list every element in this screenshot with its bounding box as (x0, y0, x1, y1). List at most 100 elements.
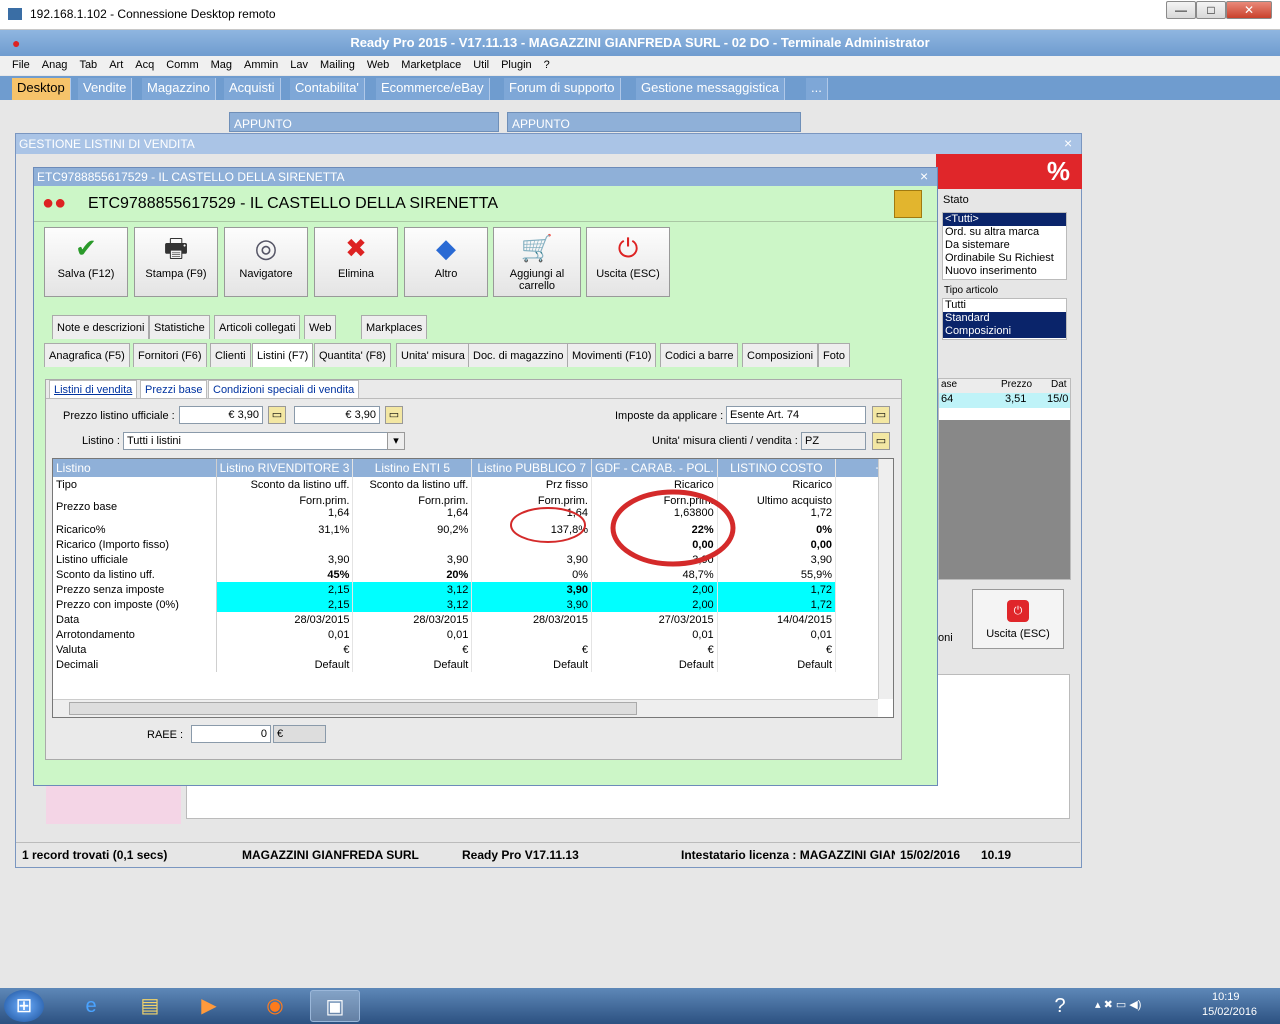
cell[interactable]: 2,00 (591, 582, 718, 597)
cell[interactable]: 2,00 (591, 597, 718, 612)
folder-icon[interactable]: ▭ (872, 432, 890, 450)
unita-field[interactable]: PZ (801, 432, 866, 450)
column-header[interactable]: Listino ENTI 5 (352, 459, 473, 477)
help-icon[interactable]: ? (1040, 990, 1080, 1022)
media-player-icon[interactable]: ▶ (184, 990, 234, 1022)
start-button[interactable]: ⊞ (4, 990, 44, 1022)
minimize-button[interactable]: — (1166, 1, 1196, 19)
subtab-1[interactable]: Prezzi base (140, 380, 208, 398)
menu-item-util[interactable]: Util (473, 59, 489, 71)
cell[interactable]: 2,15 (216, 597, 354, 612)
tab-anagrafica-f-[interactable]: Anagrafica (F5) (44, 343, 130, 367)
tab-7[interactable]: Gestione messaggistica (636, 78, 786, 100)
menu-item-file[interactable]: File (12, 59, 30, 71)
stato-item[interactable]: Ordinabile Su Richiest (943, 252, 1066, 265)
cell[interactable]: 28/03/2015 (216, 612, 354, 627)
firefox-icon[interactable]: ◉ (250, 990, 300, 1022)
table-row[interactable]: Sconto da listino uff. 45% 20% 0% 48,7% 55,9% (53, 567, 893, 582)
tab-listini-f-[interactable]: Listini (F7) (252, 343, 314, 367)
toolbar-button-5[interactable]: 🛒 Aggiungi al carrello (493, 227, 581, 297)
cell[interactable]: 0,01 (717, 627, 837, 642)
column-header[interactable]: GDF - CARAB. - POL. (591, 459, 718, 477)
cell[interactable]: € (471, 642, 592, 657)
tab-clienti[interactable]: Clienti (210, 343, 251, 367)
prezzo-field-2[interactable]: € 3,90 (294, 406, 380, 424)
cell[interactable]: 3,90 (216, 552, 354, 567)
tab-composizioni[interactable]: Composizioni (742, 343, 819, 367)
cell[interactable]: 48,7% (591, 567, 718, 582)
menu-item-web[interactable]: Web (367, 59, 389, 71)
folder-icon[interactable]: ▭ (385, 406, 403, 424)
tab-codici-a-barre[interactable]: Codici a barre (660, 343, 739, 367)
tab-4[interactable]: Contabilita' (290, 78, 365, 100)
menu-item-mailing[interactable]: Mailing (320, 59, 355, 71)
menu-item-[interactable]: ? (544, 59, 550, 71)
column-header[interactable]: LISTINO COSTO (717, 459, 837, 477)
dialog-close-button[interactable]: × (920, 168, 928, 184)
cell[interactable]: € (591, 642, 718, 657)
cell[interactable]: 3,90 (471, 582, 592, 597)
subtab-2[interactable]: Condizioni speciali di vendita (208, 380, 360, 398)
tab-note-e-descrizioni[interactable]: Note e descrizioni (52, 315, 150, 339)
menu-item-comm[interactable]: Comm (166, 59, 198, 71)
menu-item-ammin[interactable]: Ammin (244, 59, 278, 71)
table-row[interactable]: Arrotondamento 0,01 0,01 0,01 0,01 (53, 627, 893, 642)
cell[interactable]: 28/03/2015 (471, 612, 592, 627)
cell[interactable]: 3,12 (352, 582, 473, 597)
raee-field[interactable]: 0 (191, 725, 271, 743)
menu-item-anag[interactable]: Anag (42, 59, 68, 71)
listino-select[interactable]: Tutti i listini (123, 432, 403, 450)
toolbar-button-0[interactable]: ✔ Salva (F12) (44, 227, 128, 297)
tab-5[interactable]: Ecommerce/eBay (376, 78, 490, 100)
toolbar-button-1[interactable]: 🖶 Stampa (F9) (134, 227, 218, 297)
cell[interactable]: Sconto da listino uff. (216, 477, 354, 492)
table-row[interactable]: Ricarico (Importo fisso) 0,00 0,00 (53, 537, 893, 552)
cell[interactable]: 0,01 (216, 627, 354, 642)
column-header[interactable]: Listino PUBBLICO 7 (471, 459, 592, 477)
cell[interactable]: 0,01 (352, 627, 473, 642)
folder-icon[interactable]: ▭ (268, 406, 286, 424)
table-row[interactable]: Prezzo senza imposte 2,15 3,12 3,90 2,00 1,72 (53, 582, 893, 597)
tab-3[interactable]: Acquisti (224, 78, 281, 100)
toolbar-button-4[interactable]: ◆ Altro (404, 227, 488, 297)
cell[interactable]: € (216, 642, 354, 657)
tab-6[interactable]: Forum di supporto (504, 78, 621, 100)
cell[interactable]: 3,12 (352, 597, 473, 612)
cell[interactable]: 1,72 (717, 597, 837, 612)
cell[interactable]: Forn.prim. 1,64 (352, 492, 473, 522)
cell[interactable]: 27/03/2015 (591, 612, 718, 627)
horizontal-scrollbar[interactable] (53, 699, 878, 717)
cell[interactable]: 31,1% (216, 522, 354, 537)
prezzo-field[interactable]: € 3,90 (179, 406, 263, 424)
tab-8[interactable]: ... (806, 78, 828, 100)
tab-0[interactable]: Desktop (12, 78, 71, 100)
cell[interactable]: Default (216, 657, 354, 672)
gestione-close-button[interactable]: × (1064, 135, 1072, 151)
table-row[interactable]: Prezzo con imposte (0%) 2,15 3,12 3,90 2,00 1… (53, 597, 893, 612)
cell[interactable]: 0% (471, 567, 592, 582)
stato-item[interactable]: Da sistemare (943, 239, 1066, 252)
menu-item-acq[interactable]: Acq (135, 59, 154, 71)
table-row[interactable]: Data 28/03/2015 28/03/2015 28/03/2015 27/03/… (53, 612, 893, 627)
menu-item-lav[interactable]: Lav (290, 59, 308, 71)
close-button[interactable]: ✕ (1226, 1, 1272, 19)
tab-movimenti-f-[interactable]: Movimenti (F10) (567, 343, 657, 367)
listini-grid[interactable]: Listino Listino RIVENDITORE 3 Listino ENTI… (52, 458, 894, 718)
cell[interactable]: 90,2% (352, 522, 473, 537)
toolbar-button-3[interactable]: ✖ Elimina (314, 227, 398, 297)
cell[interactable]: 20% (352, 567, 473, 582)
cell[interactable]: Forn.prim. 1,64 (216, 492, 354, 522)
chevron-down-icon[interactable]: ▾ (387, 432, 405, 450)
tab-articoli-collegati[interactable]: Articoli collegati (214, 315, 301, 339)
menu-item-plugin[interactable]: Plugin (501, 59, 532, 71)
tipo-item[interactable]: Composizioni (943, 325, 1066, 338)
tab-fornitori-f-[interactable]: Fornitori (F6) (133, 343, 207, 367)
menu-item-marketplace[interactable]: Marketplace (401, 59, 461, 71)
cell[interactable]: 55,9% (717, 567, 837, 582)
tab-doc-di-magazzino[interactable]: Doc. di magazzino (468, 343, 569, 367)
table-row[interactable]: Prezzo base Forn.prim. 1,64 Forn.prim. 1,64 F… (53, 492, 893, 522)
cell[interactable]: Sconto da listino uff. (352, 477, 473, 492)
table-row[interactable]: Decimali Default Default Default Default Defa… (53, 657, 893, 672)
cell[interactable] (352, 537, 473, 552)
cell[interactable]: 45% (216, 567, 354, 582)
